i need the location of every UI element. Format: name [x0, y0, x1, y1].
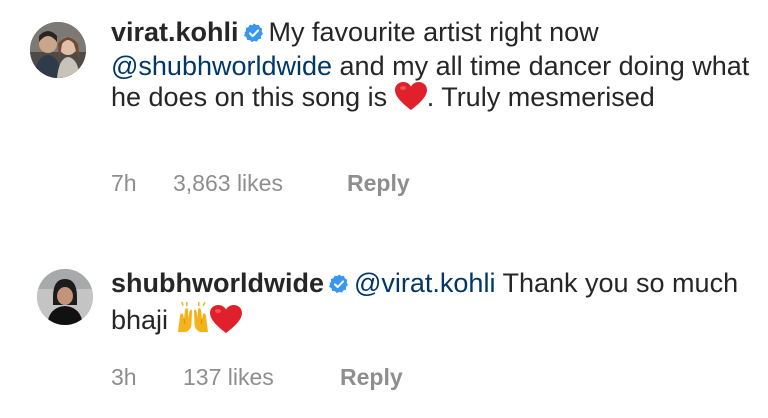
verified-badge-icon: [243, 20, 265, 51]
verified-badge-icon: [328, 271, 350, 302]
reply-button[interactable]: Reply: [347, 170, 410, 197]
comment-time: 3h: [111, 364, 137, 390]
comment-text: virat.kohli My favourite artist right now…: [111, 17, 761, 118]
comment-username[interactable]: shubhworldwide: [111, 268, 324, 298]
red-heart-emoji-icon: [394, 82, 427, 118]
mention-link[interactable]: @virat.kohli: [354, 268, 495, 298]
red-heart-emoji-icon: [209, 305, 242, 341]
mention-link[interactable]: @shubhworldwide: [111, 51, 332, 81]
raising-hands-emoji-icon: [176, 301, 210, 341]
likes-count[interactable]: 137 likes: [183, 364, 340, 391]
comment-username[interactable]: virat.kohli: [111, 17, 239, 47]
comment-text: shubhworldwide @virat.kohli Thank you so …: [111, 268, 761, 341]
comment-body-part: . Truly mesmerised: [426, 82, 655, 112]
avatar[interactable]: [37, 269, 93, 325]
comment-body-part: My favourite artist right now: [268, 17, 599, 47]
avatar-photo-icon: [30, 22, 86, 78]
comment-meta: 3h 137 likes Reply: [111, 364, 403, 391]
reply-button[interactable]: Reply: [340, 364, 403, 391]
comment-meta: 7h 3,863 likes Reply: [111, 170, 410, 197]
avatar-photo-icon: [37, 269, 93, 325]
comment-time: 7h: [111, 170, 137, 196]
likes-count[interactable]: 3,863 likes: [173, 170, 347, 197]
avatar[interactable]: [30, 22, 86, 78]
